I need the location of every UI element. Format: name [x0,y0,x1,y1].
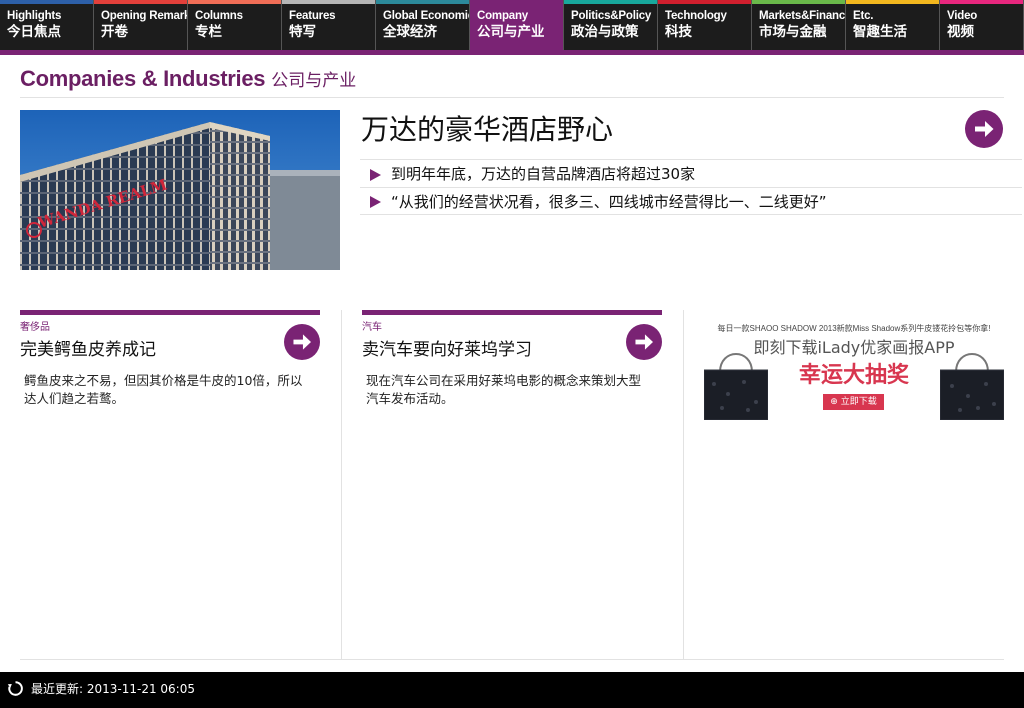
nav-tab-color-strip [470,0,563,4]
nav-tab-3[interactable]: Columns 专栏 [188,0,282,50]
nav-tab-color-strip [658,0,751,4]
nav-tab-color-strip [846,0,939,4]
nav-tab-label-zh: 全球经济 [383,24,437,40]
card-title[interactable]: 完美鳄鱼皮养成记 [20,335,320,360]
wanda-hotel-photo: WANDA REALM [20,110,340,270]
lead-story-image[interactable]: WANDA REALM [20,110,340,270]
nav-tab-5[interactable]: Global Economics 全球经济 [376,0,470,50]
nav-tab-label-zh: 智趣生活 [853,24,907,40]
nav-tab-label-en: Opening Remarks [101,10,188,22]
nav-tab-label-zh: 专栏 [195,24,222,40]
lead-bullet-text: “从我们的经营状况看，很多三、四线城市经营得比一、二线更好” [391,192,827,211]
nav-tab-label-en: Politics&Policy [571,10,652,22]
column-divider [341,310,342,660]
nav-tab-11[interactable]: Video 视频 [940,0,1024,50]
triangle-bullet-icon [370,168,381,181]
section-title-zh: 公司与产业 [271,71,357,91]
nav-tab-color-strip [282,0,375,4]
nav-tab-label-en: Features [289,10,336,22]
nav-tab-9[interactable]: Markets&Finance 市场与金融 [752,0,846,50]
card-read-more-button[interactable] [626,324,662,360]
nav-tab-label-zh: 特写 [289,24,316,40]
card-category: 奢侈品 [20,322,50,333]
lead-bullet-list: 到明年年底，万达的自营品牌酒店将超过30家 “从我们的经营状况看，很多三、四线城… [360,159,1022,215]
nav-tab-color-strip [752,0,845,4]
card-read-more-button[interactable] [284,324,320,360]
nav-accent-bar [0,50,1024,55]
nav-tab-color-strip [564,0,657,4]
nav-tab-label-zh: 今日焦点 [7,24,61,40]
nav-tab-7[interactable]: Politics&Policy 政治与政策 [564,0,658,50]
article-card-auto[interactable]: 汽车 卖汽车要向好莱坞学习 现在汽车公司在采用好莱坞电影的概念来策划大型汽车发布… [362,310,662,408]
nav-tab-label-en: Columns [195,10,243,22]
nav-tab-label-zh: 公司与产业 [477,24,545,40]
nav-tab-1[interactable]: Highlights 今日焦点 [0,0,94,50]
ad-small-text: 每日一款SHAOO SHADOW 2013新款Miss Shadow系列牛皮镂花… [717,324,991,333]
nav-tab-label-en: Global Economics [383,10,469,22]
nav-tab-10[interactable]: Etc. 智趣生活 [846,0,940,50]
nav-tab-4[interactable]: Features 特写 [282,0,376,50]
nav-tab-8[interactable]: Technology 科技 [658,0,752,50]
arrow-right-circle-icon [975,121,994,137]
top-navigation: Highlights 今日焦点 Opening Remarks 开卷 Columns 专栏… [0,0,1024,55]
nav-tab-label-zh: 科技 [665,24,692,40]
lead-read-more-button[interactable] [965,110,1003,148]
status-footer: 最近更新: 2013-11-21 06:05 [0,672,1024,708]
handbag-image [940,353,1004,420]
nav-tab-label-en: Company [477,10,528,22]
nav-tab-6[interactable]: Company 公司与产业 [470,0,564,55]
column-divider [683,310,684,660]
nav-tab-label-zh: 视频 [947,24,974,40]
section-header: Companies & Industries 公司与产业 [20,66,1004,98]
ad-download-button[interactable]: ⊕ 立即下载 [823,394,884,410]
triangle-bullet-icon [370,196,381,208]
ilady-ad-banner[interactable]: 每日一款SHAOO SHADOW 2013新款Miss Shadow系列牛皮镂花… [704,320,1004,420]
section-title-en: Companies & Industries [20,66,266,91]
content-bottom-rule [20,659,1004,660]
nav-tab-label-en: Technology [665,10,727,22]
article-card-crocodile[interactable]: 奢侈品 完美鳄鱼皮养成记 鳄鱼皮来之不易，但因其价格是牛皮的10倍，所以达人们趋… [20,310,320,408]
arrow-right-circle-icon [635,334,653,350]
arrow-right-circle-icon [293,334,311,350]
card-title[interactable]: 卖汽车要向好莱坞学习 [362,335,662,360]
card-accent-line [362,310,662,315]
last-updated-text: 最近更新: 2013-11-21 06:05 [31,682,195,696]
nav-tab-color-strip [940,0,1023,4]
nav-tab-label-zh: 政治与政策 [571,24,639,40]
nav-tab-label-en: Etc. [853,10,874,22]
nav-tab-label-zh: 开卷 [101,24,128,40]
nav-tab-label-en: Markets&Finance [759,10,846,22]
card-accent-line [20,310,320,315]
ad-download-label: 立即下载 [840,397,877,407]
nav-tab-2[interactable]: Opening Remarks 开卷 [94,0,188,50]
nav-tab-color-strip [0,0,93,4]
card-category: 汽车 [362,322,382,333]
lead-bullet-text: 到明年年底，万达的自营品牌酒店将超过30家 [391,165,696,183]
lead-bullet-item[interactable]: “从我们的经营状况看，很多三、四线城市经营得比一、二线更好” [360,187,1022,215]
card-description: 鳄鱼皮来之不易，但因其价格是牛皮的10倍，所以达人们趋之若鹜。 [24,373,303,406]
lead-bullet-item[interactable]: 到明年年底，万达的自营品牌酒店将超过30家 [360,159,1022,187]
nav-tab-label-zh: 市场与金融 [759,24,827,40]
nav-tab-color-strip [188,0,281,4]
handbag-image [704,353,768,420]
nav-tab-label-en: Highlights [7,10,62,22]
card-description: 现在汽车公司在采用好莱坞电影的概念来策划大型汽车发布活动。 [366,373,642,406]
refresh-icon[interactable] [7,680,24,697]
nav-tab-color-strip [94,0,187,4]
lead-story-title[interactable]: 万达的豪华酒店野心 [361,108,613,148]
nav-tab-label-en: Video [947,10,978,22]
nav-tab-color-strip [376,0,469,4]
